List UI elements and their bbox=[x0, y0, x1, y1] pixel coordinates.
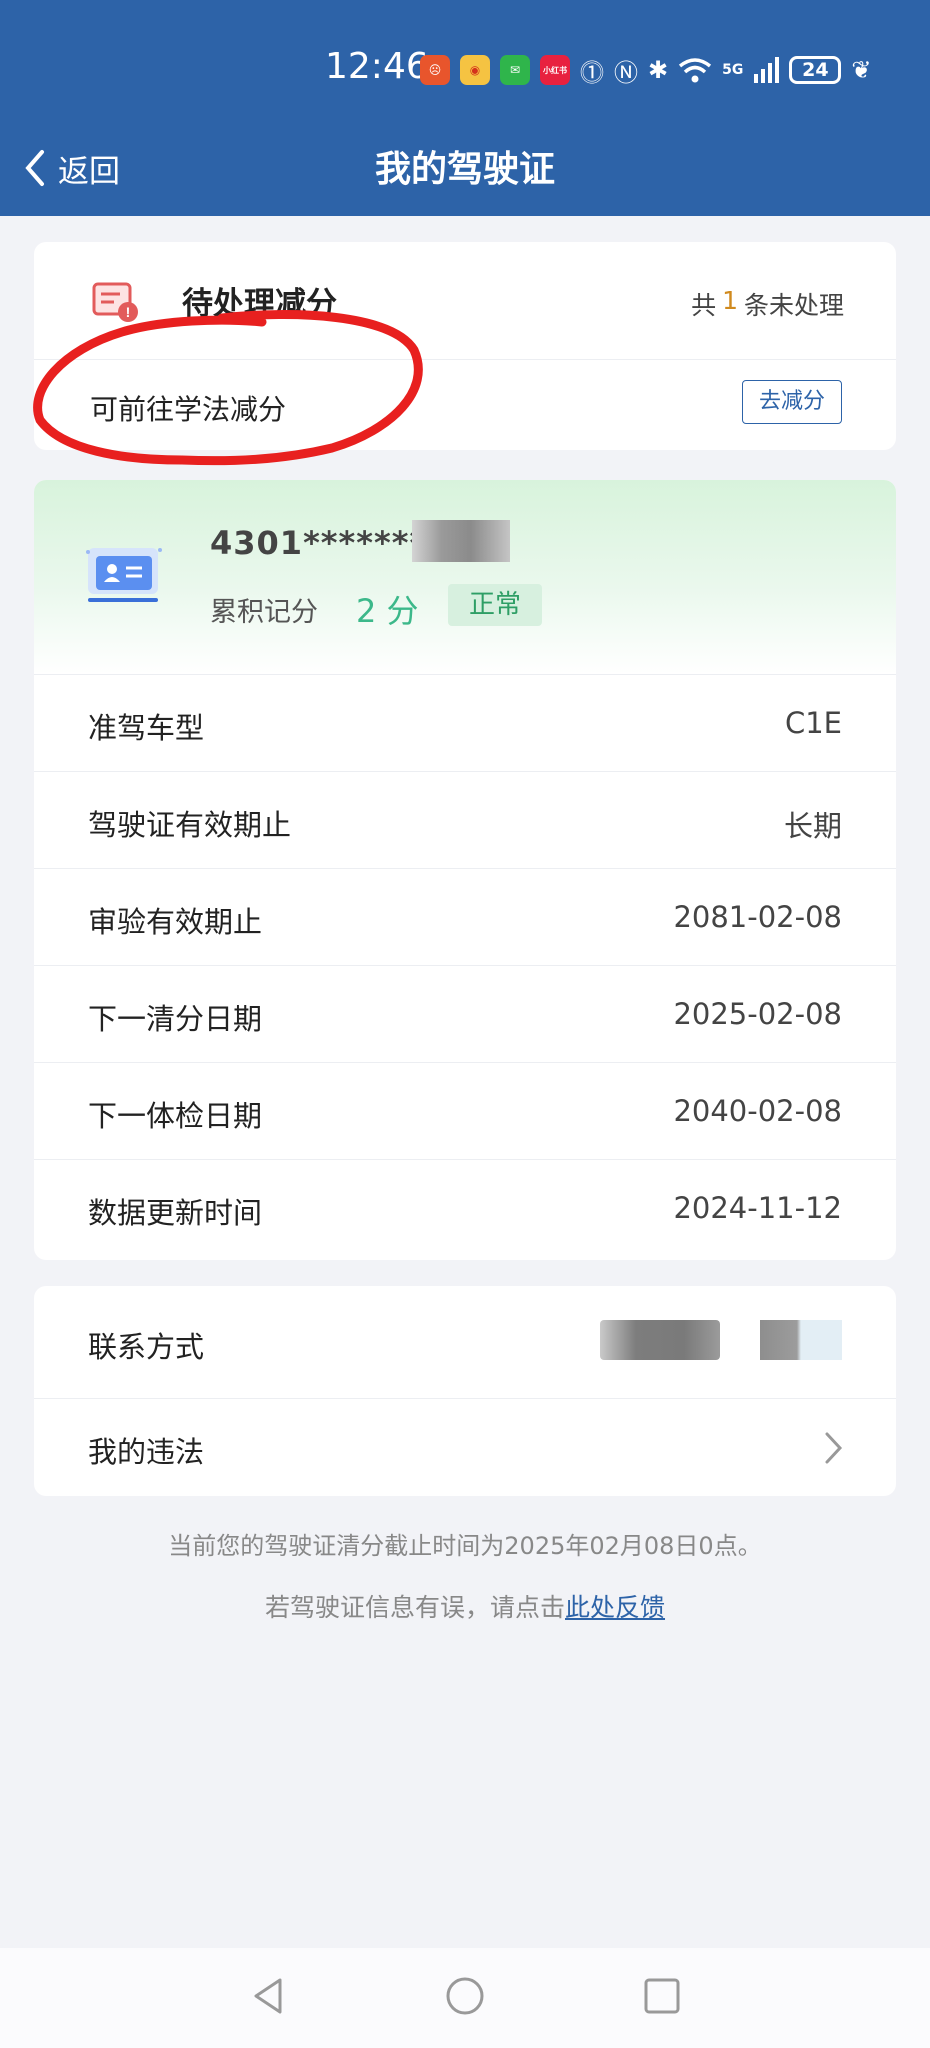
nfc-icon: Ⓝ bbox=[614, 58, 638, 87]
system-nav-bar bbox=[0, 1948, 930, 2048]
clear-deadline-note: 当前您的驾驶证清分截止时间为2025年02月08日0点。 bbox=[168, 1532, 762, 1560]
wifi-icon bbox=[678, 56, 712, 84]
nav-recents-icon[interactable] bbox=[638, 1972, 686, 2020]
network-indicator: 5G bbox=[722, 62, 744, 78]
redacted-contact-part-1 bbox=[600, 1320, 720, 1360]
status-icons: ☹ ◉ ✉ 小红书 ⓵ Ⓝ ✱ 5G 24 ❦ bbox=[420, 50, 871, 90]
reduce-points-button[interactable]: 去减分 bbox=[742, 380, 842, 424]
license-status-badge: 正常 bbox=[448, 584, 542, 626]
contact-row[interactable]: 联系方式 bbox=[34, 1286, 896, 1399]
svg-text:!: ! bbox=[126, 304, 131, 320]
license-row-next-clear-date: 下一清分日期 2025-02-08 bbox=[34, 965, 896, 1062]
pending-count: 1 bbox=[722, 286, 738, 315]
nav-back-icon[interactable] bbox=[244, 1972, 292, 2020]
bluetooth-icon: ✱ bbox=[648, 56, 669, 84]
license-row-next-medical-date: 下一体检日期 2040-02-08 bbox=[34, 1062, 896, 1159]
status-time: 12:46 bbox=[325, 46, 429, 87]
pending-document-icon: ! bbox=[92, 282, 138, 322]
license-row-review-validity: 审验有效期止 2081-02-08 bbox=[34, 868, 896, 965]
feedback-line: 若驾驶证信息有误，请点击此处反馈 bbox=[264, 1593, 666, 1622]
contact-card: 联系方式 我的违法 bbox=[34, 1286, 896, 1496]
chevron-right-icon bbox=[825, 1432, 843, 1464]
page-title: 我的驾驶证 bbox=[374, 149, 555, 190]
license-number: 4301******** bbox=[210, 524, 445, 562]
status-bar: 12:46 ☹ ◉ ✉ 小红书 ⓵ Ⓝ ✱ 5G 24 ❦ bbox=[0, 0, 930, 138]
feedback-link[interactable]: 此处反馈 bbox=[565, 1593, 665, 1622]
study-reduce-hint: 可前往学法减分 bbox=[90, 393, 287, 426]
license-card-icon bbox=[86, 548, 162, 602]
app-header: 12:46 ☹ ◉ ✉ 小红书 ⓵ Ⓝ ✱ 5G 24 ❦ 返回 我的驾驶证 bbox=[0, 0, 930, 216]
redacted-contact-part-2 bbox=[760, 1320, 842, 1360]
pending-header[interactable]: ! 待处理减分 共 1 条未处理 bbox=[34, 242, 896, 360]
my-violations-row[interactable]: 我的违法 bbox=[34, 1399, 896, 1496]
points-label: 累积记分 bbox=[210, 597, 318, 628]
license-summary: 4301******** 累积记分 2 分 正常 bbox=[34, 480, 896, 674]
battery-indicator: 24 bbox=[789, 56, 842, 84]
weibo-app-icon: ◉ bbox=[460, 55, 490, 85]
pending-title: 待处理减分 bbox=[182, 286, 337, 322]
pending-summary: 共 1 条未处理 bbox=[691, 286, 844, 320]
license-row-validity: 驾驶证有效期止 长期 bbox=[34, 771, 896, 868]
violations-label: 我的违法 bbox=[88, 1435, 205, 1469]
points-value: 2 分 bbox=[356, 592, 419, 630]
xiaohongshu-app-icon: 小红书 bbox=[540, 55, 570, 85]
license-row-vehicle-class: 准驾车型 C1E bbox=[34, 674, 896, 771]
hd-icon: ⓵ bbox=[580, 58, 604, 87]
signal-icon bbox=[753, 56, 780, 84]
weather-app-icon: ☹ bbox=[420, 55, 450, 85]
license-info-card: 4301******** 累积记分 2 分 正常 准驾车型 C1E 驾驶证有效期… bbox=[34, 480, 896, 1260]
pending-deduction-card: ! 待处理减分 共 1 条未处理 可前往学法减分 去减分 bbox=[34, 242, 896, 450]
nav-home-icon[interactable] bbox=[441, 1972, 489, 2020]
redacted-license-number bbox=[412, 520, 510, 562]
study-reduce-row: 可前往学法减分 去减分 bbox=[34, 360, 896, 450]
license-row-data-updated: 数据更新时间 2024-11-12 bbox=[34, 1159, 896, 1256]
wechat-app-icon: ✉ bbox=[500, 55, 530, 85]
contact-label: 联系方式 bbox=[88, 1330, 205, 1364]
leaf-icon: ❦ bbox=[851, 56, 872, 84]
